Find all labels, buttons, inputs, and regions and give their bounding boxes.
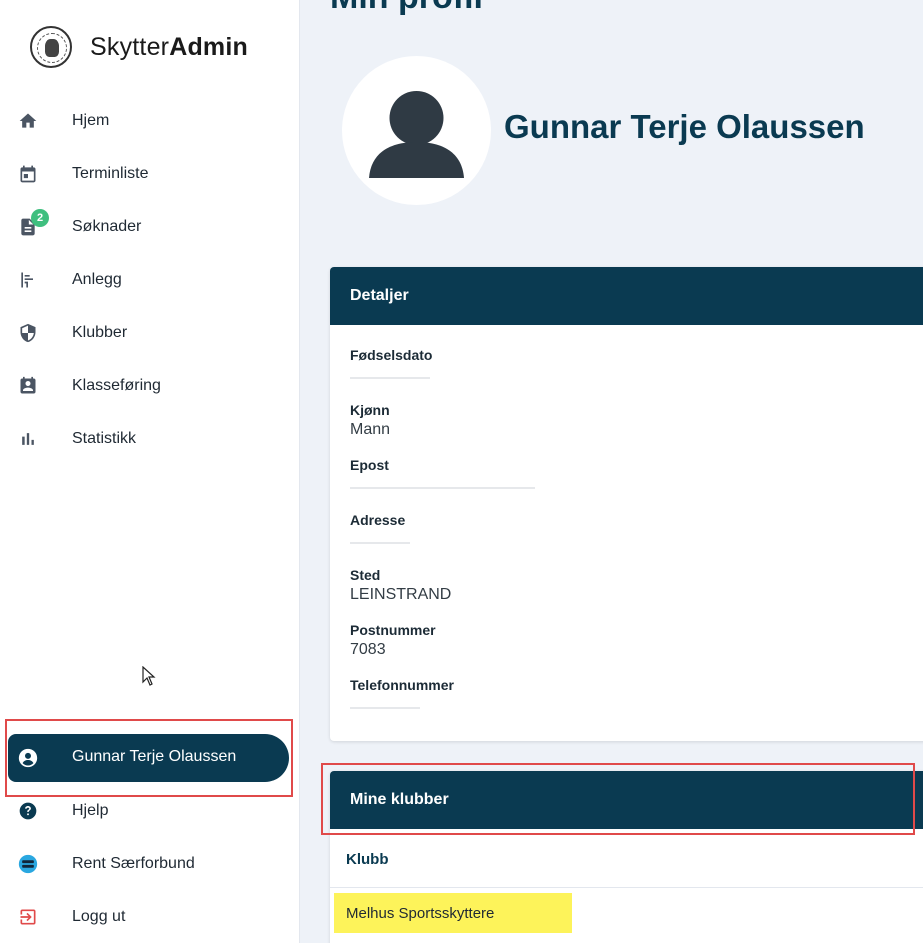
sidebar-item-profile[interactable]: Gunnar Terje Olaussen [8,734,289,782]
sidebar-item-rent-saerforbund[interactable]: Rent Særforbund [0,844,300,884]
field-label: Sted [350,567,381,583]
home-icon [18,111,38,131]
help-icon [18,801,38,821]
field-city: Sted LEINSTRAND [350,567,451,605]
details-card: Detaljer Fødselsdato Kjønn Mann Epost Ad… [330,267,923,741]
sidebar-item-label: Gunnar Terje Olaussen [72,748,237,765]
field-value: 7083 [350,641,386,658]
club-seal-logo [30,26,72,68]
field-value: Mann [350,421,391,438]
redacted-value [350,487,535,489]
column-header-klubb[interactable]: Klubb [346,851,389,868]
field-value [350,531,410,550]
person-icon [369,91,464,178]
brand-name: SkytterAdmin [90,32,248,61]
field-postal-code: Postnummer 7083 [350,622,436,660]
field-label: Fødselsdato [350,347,433,363]
clubs-card: Mine klubber Klubb Melhus Sportsskyttere [330,771,923,943]
sidebar-item-label: Anlegg [72,271,122,288]
profile-avatar [342,56,491,205]
table-row[interactable]: Melhus Sportsskyttere [346,905,494,922]
field-label: Telefonnummer [350,677,454,693]
field-label: Kjønn [350,402,390,418]
logout-icon [18,907,38,927]
mouse-cursor-icon [142,666,156,686]
sidebar-item-terminliste[interactable]: Terminliste [0,154,300,194]
redacted-value [350,707,420,709]
sidebar-item-hjem[interactable]: Hjem [0,101,300,141]
field-birthdate: Fødselsdato [350,347,432,385]
brand[interactable]: SkytterAdmin [30,26,248,68]
field-value: LEINSTRAND [350,586,452,603]
field-phone: Telefonnummer [350,677,454,715]
sidebar-item-label: Hjem [72,112,110,129]
sidebar-item-label: Klasseføring [72,377,161,394]
bar-chart-icon [18,429,38,449]
sidebar-item-klubber[interactable]: Klubber [0,313,300,353]
field-label: Epost [350,457,389,473]
sidebar-item-logg-ut[interactable]: Logg ut [0,897,300,937]
sidebar-item-label: Hjelp [72,802,109,819]
sidebar-item-label: Rent Særforbund [72,855,195,872]
divider [330,887,923,888]
field-value [350,696,454,715]
account-icon [18,748,38,768]
sidebar-item-label: Søknader [72,218,142,235]
field-value [350,366,432,385]
range-icon [18,270,38,290]
field-address: Adresse [350,512,410,550]
field-label: Adresse [350,512,406,528]
rent-logo-icon [18,854,38,874]
sidebar-item-hjelp[interactable]: Hjelp [0,791,300,831]
sidebar-item-anlegg[interactable]: Anlegg [0,260,300,300]
field-label: Postnummer [350,622,436,638]
clubs-card-header: Mine klubber [330,771,923,829]
sidebar-item-statistikk[interactable]: Statistikk [0,419,300,459]
shield-icon [18,323,38,343]
redacted-value [350,377,430,379]
field-email: Epost [350,457,535,495]
sidebar-item-label: Logg ut [72,908,126,925]
sidebar-item-klasseforing[interactable]: Klasseføring [0,366,300,406]
sidebar: SkytterAdmin Hjem Terminliste 2 Søknader… [0,0,300,943]
sidebar-item-soknader[interactable]: 2 Søknader [0,207,300,247]
field-value [350,476,535,495]
notification-badge: 2 [31,209,49,227]
contact-card-icon [18,376,38,396]
calendar-icon [18,164,38,184]
sidebar-item-label: Statistikk [72,430,137,447]
field-gender: Kjønn Mann [350,402,390,440]
details-card-header: Detaljer [330,267,923,325]
redacted-value [350,542,410,544]
sidebar-item-label: Klubber [72,324,128,341]
page-title: Min profil [330,0,483,17]
profile-name: Gunnar Terje Olaussen [504,108,865,145]
sidebar-item-label: Terminliste [72,165,149,182]
